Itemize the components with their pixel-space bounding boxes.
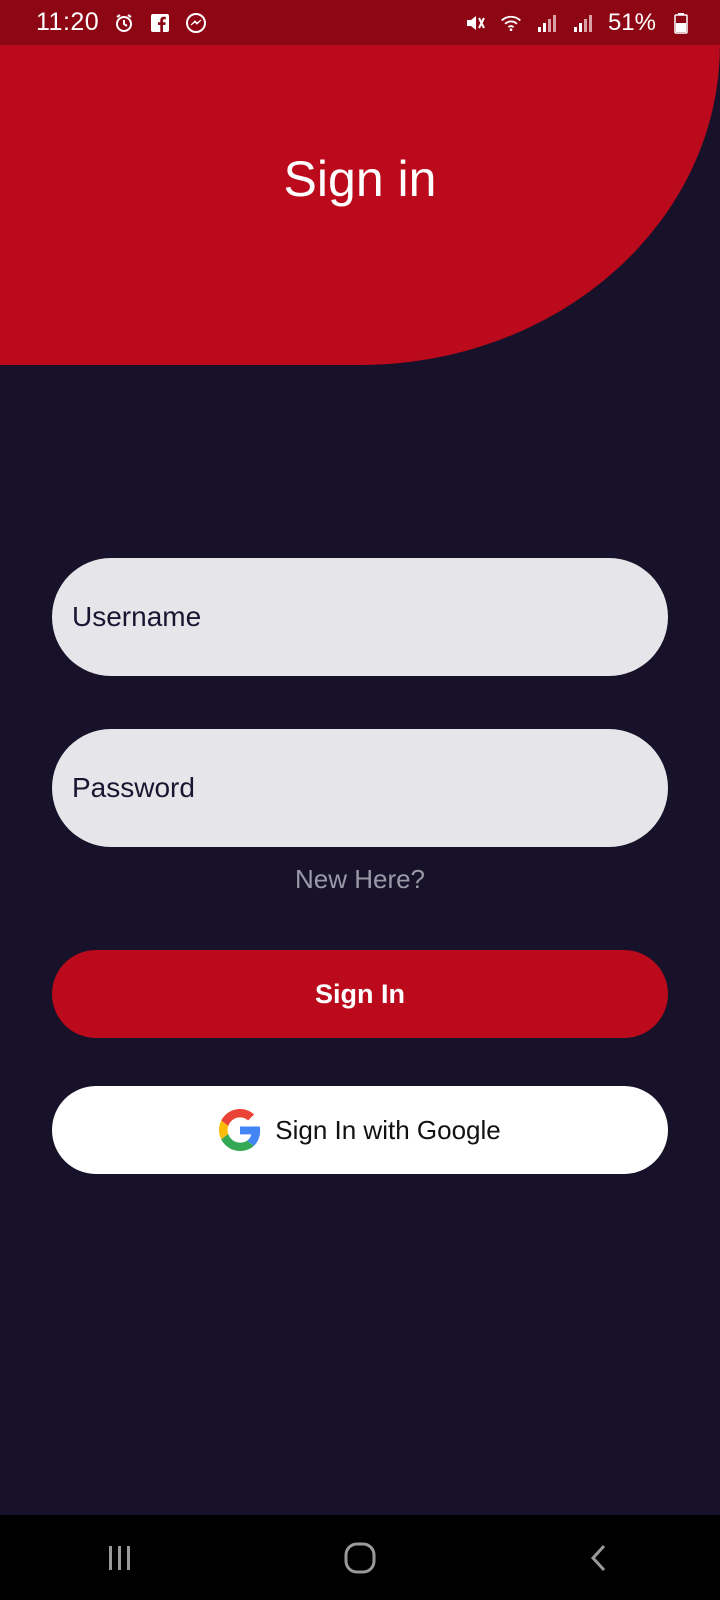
navigation-bar — [0, 1515, 720, 1600]
recent-apps-icon[interactable] — [80, 1528, 160, 1588]
battery-percentage: 51% — [607, 8, 656, 36]
home-icon[interactable] — [320, 1528, 400, 1588]
status-right: 51% — [464, 9, 692, 37]
google-sign-in-button[interactable]: Sign In with Google — [52, 1086, 668, 1174]
status-left: 11:20 — [36, 8, 207, 37]
new-here-link[interactable]: New Here? — [0, 864, 720, 895]
password-field[interactable] — [52, 729, 668, 847]
sign-in-button[interactable]: Sign In — [52, 950, 668, 1038]
google-logo-icon — [219, 1109, 261, 1151]
signal-icon — [572, 12, 594, 34]
status-time: 11:20 — [36, 8, 100, 36]
signal-icon — [536, 12, 558, 34]
back-icon[interactable] — [560, 1528, 640, 1588]
facebook-icon — [149, 12, 171, 34]
username-field[interactable] — [52, 558, 668, 676]
page-title: Sign in — [283, 151, 437, 207]
username-input[interactable] — [70, 600, 650, 634]
wifi-icon — [500, 12, 522, 34]
password-input[interactable] — [70, 771, 650, 805]
messenger-icon — [185, 12, 207, 34]
alarm-icon — [113, 12, 135, 34]
battery-icon — [670, 12, 692, 34]
status-bar: 11:20 51% — [0, 0, 720, 45]
sign-in-screen: 11:20 51% Sign in Username New Here? Sig… — [0, 0, 720, 1600]
mute-icon — [464, 12, 486, 34]
google-sign-in-label: Sign In with Google — [275, 1114, 501, 1145]
